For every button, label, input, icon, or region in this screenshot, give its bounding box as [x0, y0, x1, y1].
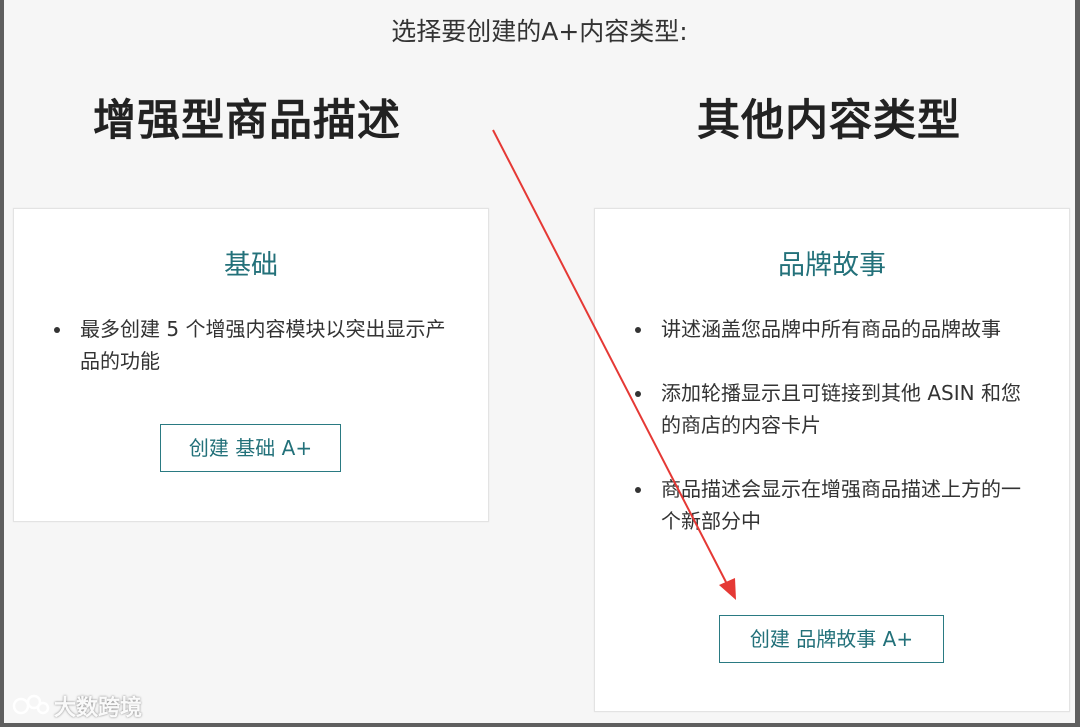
list-item: 讲述涵盖您品牌中所有商品的品牌故事	[635, 313, 1035, 345]
watermark-logo-icon	[12, 694, 50, 715]
basic-card-title: 基础	[224, 250, 278, 281]
page-heading: 选择要创建的A+内容类型:	[391, 17, 688, 46]
page-frame: 选择要创建的A+内容类型: 增强型商品描述 其他内容类型 基础 最多创建 5 个…	[4, 0, 1075, 723]
basic-feature-list: 最多创建 5 个增强内容模块以突出显示产品的功能	[54, 313, 454, 377]
watermark: 大数跨境	[12, 690, 142, 722]
watermark-text: 大数跨境	[54, 696, 143, 721]
basic-card: 基础 最多创建 5 个增强内容模块以突出显示产品的功能 创建 基础 A+	[13, 208, 489, 522]
brand-feature-list: 讲述涵盖您品牌中所有商品的品牌故事 添加轮播显示且可链接到其他 ASIN 和您的…	[635, 313, 1035, 569]
brand-story-card: 品牌故事 讲述涵盖您品牌中所有商品的品牌故事 添加轮播显示且可链接到其他 ASI…	[594, 208, 1070, 712]
brand-story-card-title: 品牌故事	[778, 250, 886, 281]
create-basic-a-plus-button[interactable]: 创建 基础 A+	[160, 424, 341, 472]
other-section-title: 其他内容类型	[697, 96, 961, 146]
create-brand-story-a-plus-button[interactable]: 创建 品牌故事 A+	[719, 615, 944, 663]
list-item: 添加轮播显示且可链接到其他 ASIN 和您的商店的内容卡片	[635, 377, 1035, 441]
list-item: 商品描述会显示在增强商品描述上方的一个新部分中	[635, 473, 1035, 537]
enhanced-section-title: 增强型商品描述	[93, 96, 401, 146]
list-item: 最多创建 5 个增强内容模块以突出显示产品的功能	[54, 313, 454, 377]
